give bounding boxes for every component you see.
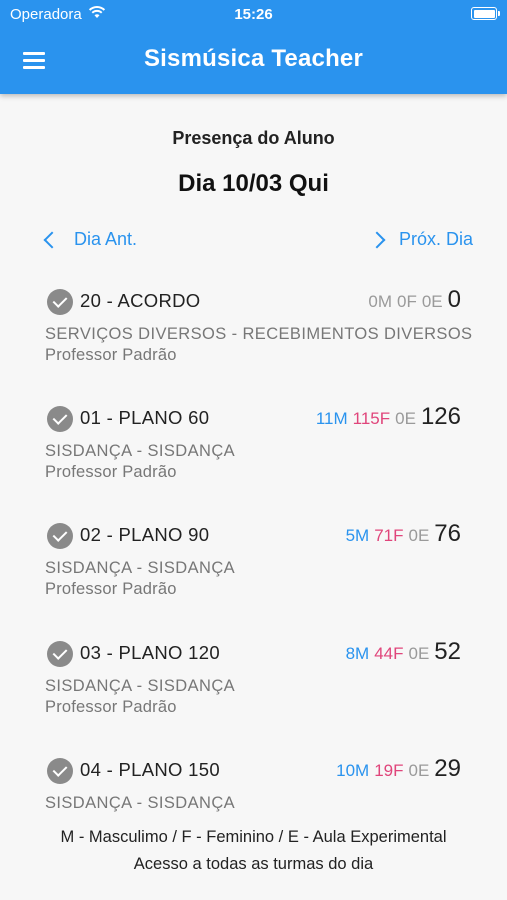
class-course: SISDANÇA - SISDANÇA (45, 442, 236, 460)
total-count: 29 (434, 755, 461, 782)
app-bar: Operadora 15:26 Sismúsica Teacher (0, 0, 507, 94)
class-title: 03 - PLANO 120 (80, 642, 220, 663)
experimental-count: 0E (421, 292, 443, 311)
class-teacher: Professor Padrão (45, 463, 177, 481)
attendance-counts: 5M 71F 0E 76 (346, 520, 461, 548)
class-teacher: Professor Padrão (45, 580, 177, 598)
class-item[interactable]: 20 - ACORDO 0M 0F 0E 0 SERVIÇOS DIVERSOS… (0, 286, 507, 399)
check-circle-icon (47, 641, 73, 667)
class-item[interactable]: 01 - PLANO 60 11M 115F 0E 126 SISDANÇA -… (0, 403, 507, 516)
class-teacher: Professor Padrão (45, 346, 177, 364)
attendance-counts: 0M 0F 0E 0 (368, 286, 461, 314)
total-count: 76 (434, 520, 461, 547)
female-count: 19F (374, 761, 404, 780)
class-title: 20 - ACORDO (80, 290, 201, 311)
legend-text: M - Masculimo / F - Feminino / E - Aula … (60, 828, 447, 846)
chevron-right-icon (368, 231, 386, 248)
previous-day-button[interactable]: Dia Ant. (42, 229, 137, 250)
check-circle-icon (47, 758, 73, 784)
female-count: 115F (352, 409, 391, 428)
experimental-count: 0E (408, 761, 430, 780)
status-time: 15:26 (234, 6, 273, 23)
day-title: Dia 10/03 Qui (178, 170, 329, 197)
class-course: SISDANÇA - SISDANÇA (45, 794, 236, 812)
total-count: 0 (447, 286, 461, 313)
class-teacher: Professor Padrão (45, 698, 177, 716)
check-circle-icon (47, 406, 73, 432)
class-course: SISDANÇA - SISDANÇA (45, 559, 236, 577)
experimental-count: 0E (395, 409, 416, 428)
total-count: 126 (420, 403, 461, 430)
chevron-left-icon (43, 231, 61, 248)
footer-note: Acesso a todas as turmas do dia (133, 855, 374, 873)
previous-day-label: Dia Ant. (74, 229, 138, 249)
next-day-label: Próx. Dia (398, 229, 473, 249)
app-title: Sismúsica Teacher (143, 45, 364, 72)
class-course: SISDANÇA - SISDANÇA (45, 677, 236, 695)
male-count: 8M (345, 644, 370, 663)
experimental-count: 0E (408, 526, 430, 545)
class-item[interactable]: 02 - PLANO 90 5M 71F 0E 76 SISDANÇA - SI… (0, 520, 507, 633)
male-count: 10M (336, 761, 370, 780)
attendance-counts: 11M 115F 0E 126 (316, 403, 461, 431)
check-circle-icon (47, 289, 73, 315)
female-count: 0F (397, 292, 417, 311)
experimental-count: 0E (408, 644, 430, 663)
next-day-button[interactable]: Próx. Dia (368, 229, 473, 250)
class-item[interactable]: 03 - PLANO 120 8M 44F 0E 52 SISDANÇA - S… (0, 638, 507, 751)
status-bar: Operadora 15:26 (0, 0, 507, 28)
class-title: 04 - PLANO 150 (80, 759, 220, 780)
female-count: 44F (374, 644, 404, 663)
battery-icon (471, 7, 500, 20)
class-title: 01 - PLANO 60 (80, 407, 210, 428)
male-count: 5M (345, 526, 370, 545)
class-item[interactable]: 04 - PLANO 150 10M 19F 0E 29 SISDANÇA - … (0, 755, 507, 818)
attendance-counts: 10M 19F 0E 29 (336, 755, 461, 783)
total-count: 52 (434, 638, 461, 665)
check-circle-icon (47, 523, 73, 549)
female-count: 71F (374, 526, 404, 545)
class-course: SERVIÇOS DIVERSOS - RECEBIMENTOS DIVERSO… (45, 325, 473, 343)
class-title: 02 - PLANO 90 (80, 524, 210, 545)
male-count: 0M (368, 292, 392, 311)
male-count: 11M (315, 409, 348, 428)
attendance-counts: 8M 44F 0E 52 (346, 638, 461, 666)
page-subtitle: Presença do Aluno (172, 128, 335, 148)
